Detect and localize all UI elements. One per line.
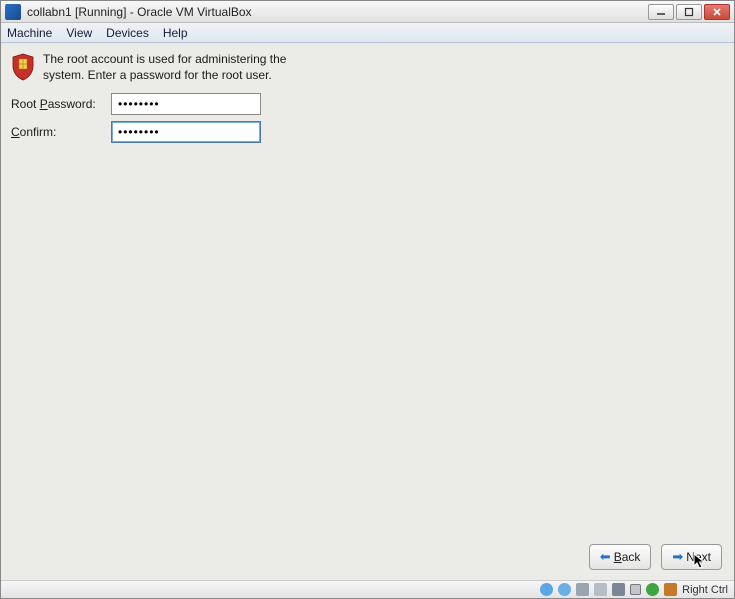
statusbar: Right Ctrl	[1, 580, 734, 598]
back-label: Back	[614, 550, 641, 564]
status-key-icon[interactable]	[664, 583, 677, 596]
arrow-right-icon: ➡	[672, 549, 683, 565]
virtualbox-icon	[5, 4, 21, 20]
intro-row: The root account is used for administeri…	[11, 51, 291, 83]
arrow-left-icon: ⬅	[600, 549, 611, 565]
menubar: Machine View Devices Help	[1, 23, 734, 43]
close-icon	[712, 7, 722, 17]
status-usb-icon[interactable]	[594, 583, 607, 596]
status-mouse-icon[interactable]	[646, 583, 659, 596]
titlebar: collabn1 [Running] - Oracle VM VirtualBo…	[1, 1, 734, 23]
window-title: collabn1 [Running] - Oracle VM VirtualBo…	[25, 5, 644, 19]
close-button[interactable]	[704, 4, 730, 20]
status-display-icon[interactable]	[630, 584, 641, 595]
menu-view[interactable]: View	[66, 26, 92, 40]
menu-help[interactable]: Help	[163, 26, 188, 40]
host-key-label: Right Ctrl	[682, 584, 728, 596]
installer-content: The root account is used for administeri…	[1, 43, 734, 536]
root-password-label: Root Password:	[11, 97, 111, 111]
intro-text: The root account is used for administeri…	[43, 51, 291, 83]
status-cd-icon[interactable]	[558, 583, 571, 596]
nav-buttons: ⬅ Back ➡ Next	[1, 536, 734, 580]
status-network-icon[interactable]	[576, 583, 589, 596]
password-form: Root Password: Confirm:	[11, 93, 724, 143]
minimize-icon	[656, 8, 666, 16]
menu-machine[interactable]: Machine	[7, 26, 52, 40]
guest-screen: The root account is used for administeri…	[1, 43, 734, 580]
window-controls	[648, 4, 730, 20]
next-button[interactable]: ➡ Next	[661, 544, 722, 570]
maximize-button[interactable]	[676, 4, 702, 20]
menu-devices[interactable]: Devices	[106, 26, 149, 40]
confirm-label: Confirm:	[11, 125, 111, 139]
status-shared-icon[interactable]	[612, 583, 625, 596]
maximize-icon	[684, 7, 694, 17]
minimize-button[interactable]	[648, 4, 674, 20]
root-password-field[interactable]	[111, 93, 261, 115]
shield-icon	[11, 53, 35, 81]
confirm-field[interactable]	[111, 121, 261, 143]
back-button[interactable]: ⬅ Back	[589, 544, 652, 570]
next-label: Next	[686, 550, 711, 564]
status-hd-icon[interactable]	[540, 583, 553, 596]
virtualbox-window: collabn1 [Running] - Oracle VM VirtualBo…	[0, 0, 735, 599]
